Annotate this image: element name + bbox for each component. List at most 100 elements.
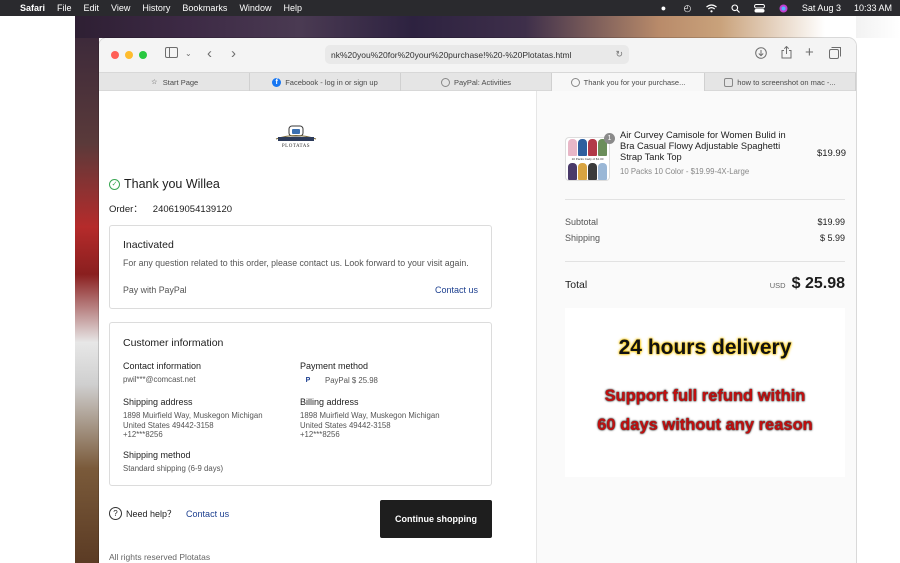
order-status-message: For any question related to this order, … [123,258,469,268]
customer-info-card: Customer information Contact information… [109,322,492,486]
tab-overview-icon[interactable] [829,47,841,62]
star-icon: ☆ [151,79,158,86]
tab-label: how to screenshot on mac -... [737,77,836,87]
menu-bar: Safari File Edit View History Bookmarks … [0,0,900,16]
total-currency: USD [769,281,786,290]
summary-divider [565,261,845,262]
tab-label: Thank you for your purchase... [583,77,686,87]
menu-time[interactable]: 10:33 AM [854,3,892,13]
product-name: Air Curvey Camisole for Women Bulid in B… [620,130,786,162]
compass-icon [440,77,450,87]
order-details-pane: PLOTATAS ✓ Thank you Willea Order： 240619… [99,91,536,563]
contact-info-value: pwil***@comcast.net [123,375,196,384]
minimize-window-button[interactable] [125,51,133,59]
order-number-line: Order： 240619054139120 [109,201,232,215]
droplet-icon[interactable]: ● [658,3,669,13]
wifi-icon[interactable] [706,3,717,13]
contact-us-link[interactable]: Contact us [435,285,478,295]
menu-app-name[interactable]: Safari [20,3,45,13]
product-thumbnail: 10 Packs Cady of $1.00 [565,137,610,181]
billing-address-line1: 1898 Muirfield Way, Muskegon Michigan [300,411,440,420]
tab-paypal[interactable]: PayPal: Activities [401,73,552,91]
order-summary-pane: 10 Packs Cady of $1.00 1 Air Curvey Cami… [536,91,856,563]
google-icon [724,77,734,87]
payment-method-value: PayPal $ 25.98 [325,376,378,385]
tab-bar: ☆ Start Page f Facebook - log in or sign… [99,72,856,91]
time-machine-icon[interactable]: ◴ [682,3,693,13]
product-variant: 10 Packs 10 Color - $19.99-4X-Large [620,167,750,176]
desktop-wallpaper [75,16,825,38]
billing-address-line2: United States 49442-3158 [300,420,391,430]
shipping-row: Shipping $ 5.99 [565,233,845,243]
paypal-icon: P [305,376,311,384]
chevron-down-icon[interactable]: ⌄ [185,49,192,58]
brand-name: PLOTATAS [281,144,311,149]
contact-info-label: Contact information [123,361,202,371]
total-label: Total [565,279,588,291]
forward-icon[interactable]: › [231,45,236,62]
order-label: Order： [109,204,143,215]
control-center-icon[interactable] [753,3,765,13]
new-tab-icon[interactable]: + [805,44,814,61]
total-amount: $ 25.98 [791,275,845,292]
order-number: 240619054139120 [152,204,233,215]
need-help-text: Need help？ [126,509,177,519]
shipping-address-phone: +12***8256 [123,430,163,439]
footer-rights: All rights reserved Plotatas [109,552,211,562]
shipping-address-line1: 1898 Muirfield Way, Muskegon Michigan [123,411,263,420]
shipping-address-line2: United States 49442-3158 [123,420,214,430]
desktop-wallpaper-side [75,38,99,563]
menu-view[interactable]: View [111,3,130,13]
search-icon[interactable] [730,3,741,13]
quantity-badge: 1 [604,133,615,144]
brand-logo[interactable]: PLOTATAS [274,124,318,154]
shipping-label: Shipping [565,233,601,243]
facebook-icon: f [272,77,282,87]
tab-label: Start Page [162,77,199,87]
menu-edit[interactable]: Edit [84,3,100,13]
menu-window[interactable]: Window [239,3,271,13]
tab-facebook[interactable]: f Facebook - log in or sign up [250,73,401,91]
desktop-background [0,16,75,563]
promo-delivery-text: 24 hours delivery [618,336,792,359]
tab-start-page[interactable]: ☆ Start Page [99,73,250,91]
back-icon[interactable]: ‹ [207,45,212,62]
compass-icon [570,77,580,87]
customer-info-title: Customer information [123,337,224,349]
summary-divider [565,199,845,200]
order-status-card: Inactivated For any question related to … [109,225,492,309]
zoom-window-button[interactable] [139,51,147,59]
menu-history[interactable]: History [142,3,170,13]
browser-window: ⌄ ‹ › nk%20you%20for%20your%20purchase!%… [99,38,856,563]
continue-shopping-button[interactable]: Continue shopping [380,500,492,538]
browser-toolbar: ⌄ ‹ › nk%20you%20for%20your%20purchase!%… [99,38,856,72]
download-icon[interactable] [755,47,767,62]
desktop-background-right [856,16,900,563]
logo-emblem-icon [275,125,317,141]
check-circle-icon: ✓ [109,178,120,190]
sidebar-icon[interactable] [165,47,178,61]
siri-icon[interactable] [778,4,789,13]
menu-help[interactable]: Help [283,3,302,13]
billing-address-phone: +12***8256 [300,430,340,439]
payment-method-label: Payment method [300,361,369,371]
share-icon[interactable] [781,45,792,62]
billing-address-label: Billing address [300,397,359,407]
promo-days-text: 60 days without any reason [597,416,813,434]
question-circle-icon: ? [109,507,122,520]
close-window-button[interactable] [111,51,119,59]
tab-google[interactable]: how to screenshot on mac -... [705,73,856,91]
tab-thank-you[interactable]: Thank you for your purchase... [552,73,705,91]
subtotal-value: $19.99 [817,217,845,227]
menu-bookmarks[interactable]: Bookmarks [182,3,227,13]
tab-label: PayPal: Activities [453,77,512,87]
order-status-title: Inactivated [123,239,174,251]
shipping-method-label: Shipping method [123,450,191,460]
menu-date[interactable]: Sat Aug 3 [802,3,841,13]
menu-file[interactable]: File [57,3,72,13]
help-contact-link[interactable]: Contact us [186,509,229,519]
help-section: ? Need help？ Contact us [109,507,229,520]
reload-icon[interactable]: ↻ [615,49,623,60]
thank-you-text: Thank you Willea [124,177,220,191]
address-bar[interactable]: nk%20you%20for%20your%20purchase!%20-%20… [325,45,629,64]
